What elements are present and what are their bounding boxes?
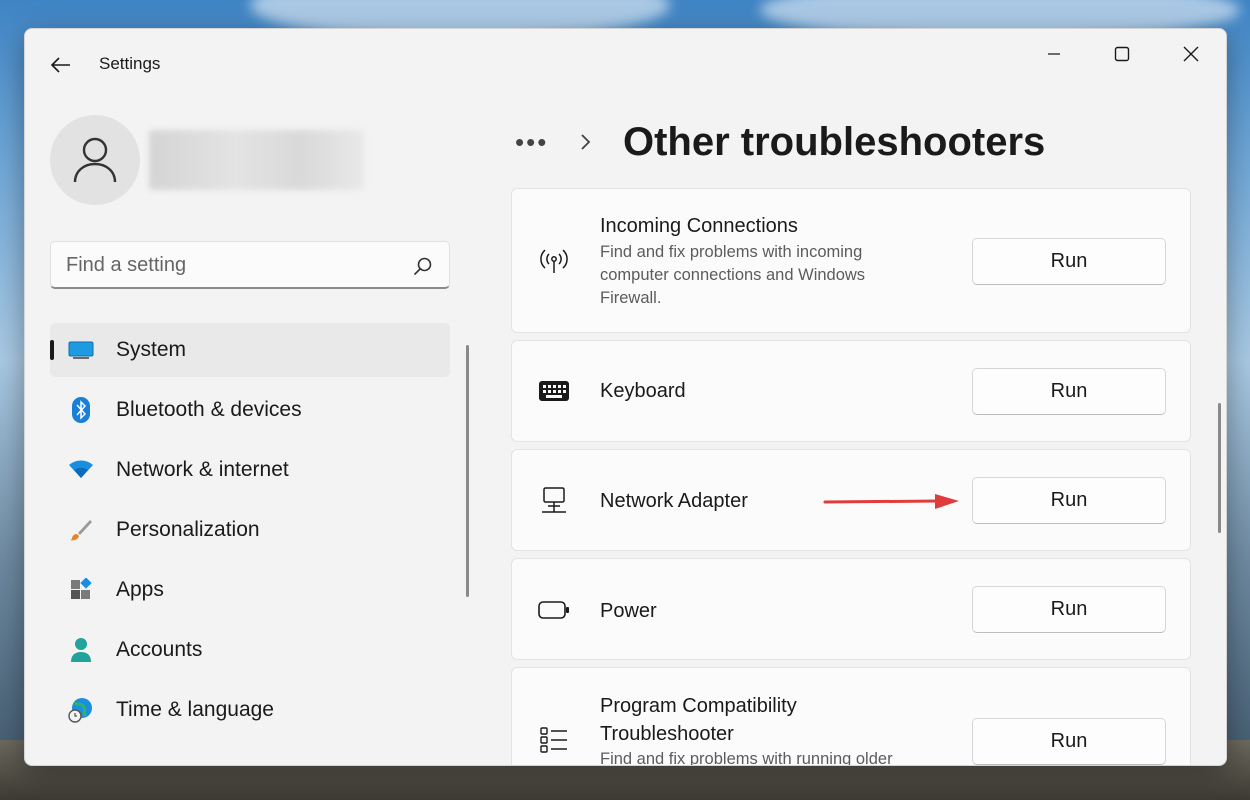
card-title: Power: [600, 600, 657, 622]
bluetooth-icon: [68, 397, 94, 423]
run-button-keyboard[interactable]: Run: [972, 368, 1166, 415]
app-title: Settings: [99, 54, 161, 73]
maximize-button[interactable]: [1099, 39, 1145, 69]
card-title: Program Compatibility Troubleshooter: [600, 695, 797, 745]
sidebar-item-label: Apps: [116, 578, 164, 601]
user-avatar[interactable]: [50, 115, 140, 205]
troubleshooter-card-power: Power Run: [511, 558, 1191, 660]
back-button[interactable]: [45, 49, 77, 81]
person-icon: [73, 137, 117, 183]
sidebar-item-time-language[interactable]: Time & language: [50, 683, 450, 737]
chevron-right-icon: [581, 134, 591, 150]
settings-window: Settings System Bluetooth &: [24, 28, 1227, 766]
run-button-incoming-connections[interactable]: Run: [972, 238, 1166, 285]
run-button-program-compatibility[interactable]: Run: [972, 718, 1166, 765]
troubleshooter-card-program-compatibility: Program Compatibility Troubleshooter Fin…: [511, 667, 1191, 766]
page-title: Other troubleshooters: [623, 119, 1046, 164]
red-pointer-arrow-icon: [823, 494, 959, 509]
paintbrush-icon: [68, 518, 94, 542]
card-description: Find and fix problems with running older: [600, 750, 893, 766]
sidebar-nav: System Bluetooth & devices Network & int…: [50, 323, 450, 743]
minimize-icon: [1048, 53, 1060, 55]
close-icon: [1183, 46, 1199, 62]
list-icon: [538, 724, 570, 756]
search-box[interactable]: [50, 241, 450, 289]
active-indicator: [50, 340, 54, 360]
battery-icon: [538, 594, 570, 626]
card-title: Network Adapter: [600, 490, 748, 512]
network-computer-icon: [538, 485, 570, 517]
sidebar-scrollbar[interactable]: [466, 345, 469, 597]
breadcrumb: ••• Other troubleshooters: [515, 117, 1045, 167]
troubleshooter-card-incoming-connections: Incoming Connections Find and fix proble…: [511, 188, 1191, 333]
sidebar-item-personalization[interactable]: Personalization: [50, 503, 450, 557]
sidebar-item-system[interactable]: System: [50, 323, 450, 377]
sidebar-item-label: System: [116, 338, 187, 361]
globe-clock-icon: [68, 698, 94, 723]
minimize-button[interactable]: [1031, 39, 1077, 69]
sidebar-item-bluetooth[interactable]: Bluetooth & devices: [50, 383, 450, 437]
sidebar-item-accounts[interactable]: Accounts: [50, 623, 450, 677]
account-icon: [68, 638, 94, 662]
breadcrumb-overflow-button[interactable]: •••: [515, 127, 557, 158]
sidebar-item-label: Time & language: [116, 698, 274, 721]
sidebar-item-label: Network & internet: [116, 458, 289, 481]
sidebar-item-label: Accounts: [116, 638, 203, 661]
troubleshooter-card-keyboard: Keyboard Run: [511, 340, 1191, 442]
sidebar-item-label: Bluetooth & devices: [116, 398, 302, 421]
sidebar-item-network[interactable]: Network & internet: [50, 443, 450, 497]
close-button[interactable]: [1168, 39, 1214, 69]
wifi-icon: [68, 458, 94, 482]
main-scrollbar[interactable]: [1218, 403, 1221, 533]
blurred-username: [149, 130, 364, 190]
title-bar: Settings: [25, 29, 1226, 101]
back-arrow-icon: [51, 57, 70, 73]
search-icon[interactable]: [413, 256, 433, 276]
sidebar-item-apps[interactable]: Apps: [50, 563, 450, 617]
run-button-network-adapter[interactable]: Run: [972, 477, 1166, 524]
keyboard-icon: [538, 375, 570, 407]
monitor-icon: [68, 338, 94, 362]
card-title: Incoming Connections: [600, 215, 798, 237]
card-description: Find and fix problems with incoming comp…: [600, 243, 866, 307]
maximize-icon: [1114, 46, 1130, 62]
card-title: Keyboard: [600, 380, 686, 402]
antenna-icon: [538, 245, 570, 277]
sidebar-item-label: Personalization: [116, 518, 260, 541]
apps-icon: [68, 578, 94, 602]
search-input[interactable]: [66, 242, 406, 288]
run-button-power[interactable]: Run: [972, 586, 1166, 633]
